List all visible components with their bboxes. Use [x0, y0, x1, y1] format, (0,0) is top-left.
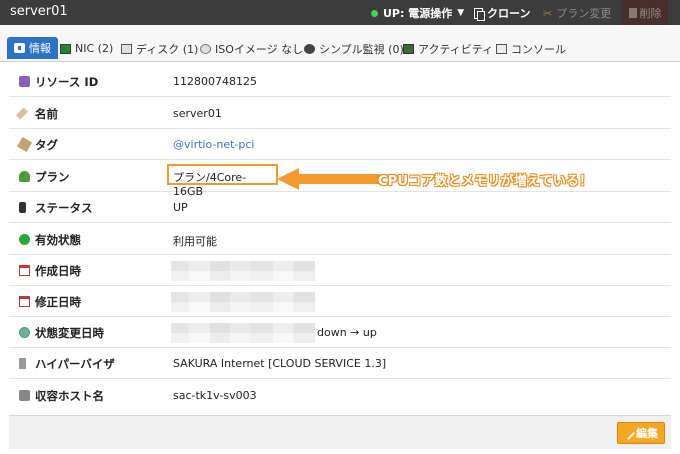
- callout-arrow-icon: [277, 168, 380, 190]
- field-label: プラン: [35, 170, 70, 184]
- edit-button[interactable]: 編集: [617, 422, 665, 444]
- resource-id-value: 112800748125: [173, 75, 257, 88]
- plan-change-label: プラン変更: [556, 7, 612, 20]
- clone-button[interactable]: クローン: [474, 5, 530, 21]
- edit-label: 編集: [636, 427, 658, 440]
- row-resource-id: リソース ID 112800748125: [9, 66, 671, 97]
- pencil-icon: [622, 426, 635, 440]
- tab-label: ISOイメージ なし: [215, 42, 304, 56]
- row-tag: タグ @virtio-net-pci: [9, 129, 671, 160]
- row-hypervisor: ハイパーバイザ SAKURA Internet [CLOUD SERVICE 1…: [9, 348, 671, 379]
- row-host: 収容ホスト名 sac-tk1v-sv003: [9, 380, 671, 411]
- field-label: 有効状態: [35, 233, 81, 247]
- row-availability: 有効状態 利用可能: [9, 224, 671, 255]
- tab-info[interactable]: 情報: [7, 37, 58, 59]
- tab-label: シンプル監視 (0): [319, 42, 404, 56]
- tab-label: アクティビティ: [418, 42, 494, 56]
- trash-icon: [628, 7, 637, 18]
- callout-text: CPUコア数とメモリが増えている！: [378, 174, 593, 189]
- tab-iso[interactable]: ISOイメージ なし: [200, 40, 303, 57]
- clone-label: クローン: [487, 7, 531, 20]
- row-state-changed: 状態変更日時 down → up: [9, 317, 671, 348]
- host-icon: [19, 390, 30, 401]
- check-circle-icon: [19, 234, 30, 245]
- power-button[interactable]: UP: 電源操作 ▼: [371, 5, 464, 21]
- plan-change-button[interactable]: ✂ プラン変更: [543, 5, 611, 21]
- tab-label: コンソール: [511, 42, 566, 56]
- tab-label: NIC (2): [75, 42, 114, 55]
- tag-icon: [16, 136, 33, 153]
- triangle-down-icon: ▼: [457, 8, 465, 18]
- clock-icon: [19, 327, 30, 338]
- redacted-value: [171, 292, 315, 312]
- status-up-icon: [371, 9, 378, 17]
- cd-icon: [200, 43, 211, 54]
- field-label: 名前: [35, 107, 58, 121]
- tab-activity[interactable]: アクティビティ: [403, 40, 493, 57]
- activity-icon: [403, 43, 414, 54]
- tab-label: ディスク (1): [136, 42, 199, 56]
- console-icon: [496, 43, 507, 54]
- row-name: 名前 server01: [9, 98, 671, 129]
- power-label: UP: 電源操作: [383, 7, 453, 20]
- wrench-icon: ✂: [543, 6, 553, 20]
- info-icon: [14, 43, 25, 53]
- calendar-icon: [19, 296, 30, 307]
- calendar-icon: [19, 265, 30, 276]
- field-label: 修正日時: [35, 295, 81, 309]
- redacted-value: [171, 261, 315, 281]
- server-icon: [19, 358, 26, 369]
- traffic-light-icon: [19, 202, 26, 213]
- row-created: 作成日時: [9, 255, 671, 286]
- copy-icon: [474, 7, 485, 21]
- field-label: 収容ホスト名: [35, 389, 104, 403]
- disk-icon: [121, 43, 132, 54]
- pencil-icon: [15, 107, 29, 120]
- delete-label: 削除: [639, 6, 662, 20]
- action-bar: 編集: [9, 415, 671, 449]
- tab-label: 情報: [29, 42, 51, 55]
- tab-disk[interactable]: ディスク (1): [121, 40, 198, 57]
- host-value: sac-tk1v-sv003: [173, 389, 257, 402]
- hypervisor-value: SAKURA Internet [CLOUD SERVICE 1.3]: [173, 357, 387, 370]
- field-label: ハイパーバイザ: [35, 357, 115, 371]
- field-label: 作成日時: [35, 264, 81, 278]
- top-bar: server01 UP: 電源操作 ▼ クローン ✂ プラン変更 削除: [0, 0, 680, 25]
- name-value: server01: [173, 107, 222, 120]
- id-card-icon: [19, 76, 30, 87]
- tab-bar: 情報 NIC (2) ディスク (1) ISOイメージ なし シンプル監視 (0…: [0, 25, 680, 62]
- tree-icon: [19, 171, 30, 182]
- tab-console[interactable]: コンソール: [496, 40, 566, 57]
- field-label: リソース ID: [35, 75, 99, 89]
- field-label: タグ: [35, 138, 58, 152]
- tab-nic[interactable]: NIC (2): [60, 40, 113, 57]
- plan-value: プラン/4Core-16GB: [167, 164, 278, 198]
- field-label: ステータス: [35, 201, 93, 215]
- row-modified: 修正日時: [9, 286, 671, 317]
- redacted-value: [171, 323, 315, 343]
- server-name: server01: [10, 4, 68, 19]
- status-value: UP: [173, 201, 188, 214]
- delete-button[interactable]: 削除: [622, 0, 668, 25]
- monitor-icon: [304, 43, 315, 54]
- availability-value: 利用可能: [173, 235, 217, 248]
- row-status: ステータス UP: [9, 192, 671, 223]
- tag-value[interactable]: @virtio-net-pci: [173, 138, 254, 151]
- tab-simple-monitor[interactable]: シンプル監視 (0): [304, 40, 404, 57]
- state-change-value: down → up: [317, 326, 377, 339]
- nic-icon: [60, 43, 71, 54]
- field-label: 状態変更日時: [35, 326, 104, 340]
